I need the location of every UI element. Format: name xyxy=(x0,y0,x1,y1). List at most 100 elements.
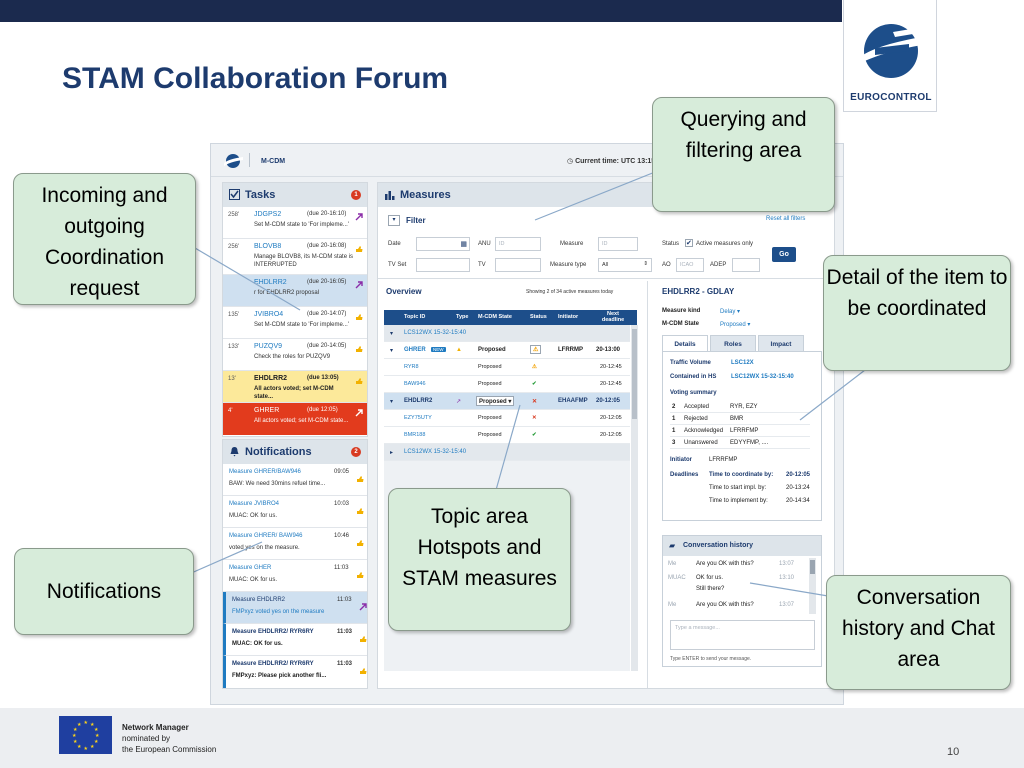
expand-chevron-right-icon[interactable]: ▸ xyxy=(390,449,393,456)
eu-flag-icon: ★ ★ ★ ★ ★ ★ ★ ★ ★ ★ ★ ★ xyxy=(59,716,112,754)
go-button[interactable]: Go xyxy=(772,247,796,262)
task-item-warning[interactable]: 13' EHDLRR2 (due 13:05) All actors voted… xyxy=(223,371,367,403)
adep-input[interactable] xyxy=(732,258,760,272)
tv-input[interactable] xyxy=(495,258,541,272)
tvset-input[interactable] xyxy=(416,258,470,272)
message-input[interactable]: Type a message... xyxy=(670,620,815,650)
deadline-start-value: 20-13:24 xyxy=(786,485,810,491)
task-item[interactable]: 135' JVIBRO4 (due 20-14:07) Set M-CDM st… xyxy=(223,307,367,339)
table-row-group[interactable]: ▸ LCS12WX 15-32-15:40 xyxy=(384,444,630,461)
traffic-volume-value[interactable]: LSC12X xyxy=(731,360,754,366)
callout-incoming: Incoming and outgoing Coordination reque… xyxy=(13,173,196,305)
task-item-overdue[interactable]: 4' GHRER (due 12:05) All actors voted; s… xyxy=(223,403,367,435)
table-row[interactable]: BAW946 Proposed ✔ 20-12:45 xyxy=(384,376,630,393)
notification-item[interactable]: Measure GHRER/ BAW946 10:46 voted yes on… xyxy=(223,528,367,560)
reset-filters-link[interactable]: Reset all filters xyxy=(766,216,805,222)
expand-chevron-down-icon[interactable]: ▾ xyxy=(390,398,393,405)
svg-text:★: ★ xyxy=(84,720,89,726)
notification-title: Measure GHER xyxy=(229,565,272,571)
vote-count: 1 xyxy=(672,428,676,434)
mcdm-state: Proposed xyxy=(478,432,502,438)
task-item-selected[interactable]: EHDLRR2 (due 20-16:05) r for EHDLRR2 pro… xyxy=(223,275,367,307)
notification-title: Measure EHDLRR2/ RYR6RY xyxy=(232,661,314,667)
thumbs-up-icon xyxy=(360,668,367,674)
scrollbar-thumb[interactable] xyxy=(632,329,637,419)
deadline-implement-label: Time to implement by: xyxy=(709,498,768,504)
contained-hs-value[interactable]: LSC12WX 15-32-15:40 xyxy=(731,374,794,380)
task-id: BLOVB8 xyxy=(254,243,282,250)
measure-input[interactable]: ID xyxy=(598,237,638,251)
ao-input[interactable]: ICAO xyxy=(676,258,704,272)
task-age: 256' xyxy=(228,244,240,250)
svg-text:★: ★ xyxy=(84,746,89,752)
task-desc: All actors voted; set M-CDM state... xyxy=(254,386,334,400)
table-row-group[interactable]: ▾ LCS12WX 15-32-15:40 xyxy=(384,325,630,342)
tvset-label: TV Set xyxy=(388,262,407,268)
notification-item[interactable]: Measure GHER 11:03 MUAC: OK for us. xyxy=(223,560,367,592)
message-text: Still there? xyxy=(696,586,725,592)
calendar-icon[interactable]: ▦ xyxy=(460,240,467,248)
table-row[interactable]: ▾ GHRER NEW ▲ Proposed ⚠ LFRRMP 20-13:00 xyxy=(384,342,630,359)
warning-icon: ⚠ xyxy=(532,364,537,370)
task-item[interactable]: 258' JDGPS2 (due 20-16:10) Set M-CDM sta… xyxy=(223,207,367,239)
active-only-checkbox[interactable]: ✔ xyxy=(685,239,693,247)
task-id: JDGPS2 xyxy=(254,211,282,218)
overview-title: Overview xyxy=(386,287,422,296)
expand-chevron-down-icon[interactable]: ▾ xyxy=(390,330,393,337)
table-row-selected[interactable]: ▾ EHDLRR2 ↗ Proposed ▾ ✕ EHAAFMP 20-12:0… xyxy=(384,393,630,410)
notification-item-unread[interactable]: Measure EHDLRR2/ RYR6RY 11:03 FMPxyz: Pl… xyxy=(223,656,367,688)
conversation-scrollbar[interactable] xyxy=(809,558,816,614)
filter-toggle-chevron-down-icon[interactable]: ▾ xyxy=(388,215,400,226)
task-age: 258' xyxy=(228,212,240,218)
anu-label: ANU xyxy=(478,241,491,247)
topic-id: GHRER xyxy=(404,347,426,353)
anu-input[interactable]: ID xyxy=(495,237,541,251)
deadline: 20-12:05 xyxy=(596,398,621,404)
outgoing-arrow-icon xyxy=(355,281,363,289)
task-item[interactable]: 133' PUZQV9 (due 20-14:05) Check the rol… xyxy=(223,339,367,371)
task-due: (due 20-14:05) xyxy=(307,343,347,349)
task-desc: Manage BLOVB8, its M-CDM state is INTERR… xyxy=(254,254,354,268)
task-desc: Set M-CDM state to 'For impleme...' xyxy=(254,322,349,328)
callout-querying: Querying and filtering area xyxy=(652,97,835,212)
col-topic-id: Topic ID xyxy=(404,314,426,320)
mcdm-state-select[interactable]: Proposed ▾ xyxy=(720,321,750,328)
detail-title: EHDLRR2 - GDLAY xyxy=(662,287,735,296)
svg-text:★: ★ xyxy=(77,722,82,728)
vote-row: 1 Rejected BMR xyxy=(670,413,810,425)
notification-item-unread[interactable]: Measure EHDLRR2/ RYR6RY 11:03 MUAC: OK f… xyxy=(223,624,367,656)
notification-time: 11:03 xyxy=(337,661,353,667)
task-due: (due 20-14:07) xyxy=(307,311,347,317)
notification-item-selected[interactable]: Measure EHDLRR2 11:03 FMPxyz voted yes o… xyxy=(223,592,367,624)
task-due: (due 12:05) xyxy=(307,407,338,413)
ao-label: AO xyxy=(662,262,671,268)
deadline: 20-12:05 xyxy=(600,432,622,438)
overview-scrollbar[interactable] xyxy=(631,325,638,671)
tab-details[interactable]: Details xyxy=(662,335,708,352)
table-row[interactable]: EZY75UTY Proposed ✕ 20-12:05 xyxy=(384,410,630,427)
tab-roles[interactable]: Roles xyxy=(710,335,756,352)
type-thumbs-icon: ▲ xyxy=(456,347,462,353)
date-input[interactable]: ▦ xyxy=(416,237,470,251)
table-row[interactable]: RYR8 Proposed ⚠ 20-12:45 xyxy=(384,359,630,376)
notification-item[interactable]: Measure GHRER/BAW946 09:05 BAW: We need … xyxy=(223,464,367,496)
vote-label: Accepted xyxy=(684,404,710,410)
notification-message: MUAC: OK for us. xyxy=(229,577,278,583)
conversation-title: Conversation history xyxy=(683,542,754,549)
filter-title: Filter xyxy=(406,216,426,225)
detail-area: EHDLRR2 - GDLAY Measure kind Delay ▾ M-C… xyxy=(654,281,832,531)
notification-message: BAW: We need 30mins refuel time... xyxy=(229,481,326,487)
select-arrows-icon: ⇕ xyxy=(643,261,648,267)
measure-kind-select[interactable]: Delay ▾ xyxy=(720,308,740,315)
tab-impact[interactable]: Impact xyxy=(758,335,804,352)
notification-item[interactable]: Measure JVIBRO4 10:03 MUAC: OK for us. xyxy=(223,496,367,528)
expand-chevron-down-icon[interactable]: ▾ xyxy=(390,347,393,354)
col-status: Status xyxy=(530,314,547,320)
thumbs-up-icon xyxy=(356,378,363,384)
scrollbar-thumb[interactable] xyxy=(810,560,815,574)
task-item[interactable]: 256' BLOVB8 (due 20-16:08) Manage BLOVB8… xyxy=(223,239,367,275)
measure-type-select[interactable]: All ⇕ xyxy=(598,258,652,272)
table-row[interactable]: BMR188 Proposed ✔ 20-12:05 xyxy=(384,427,630,444)
mcdm-state-select[interactable]: Proposed ▾ xyxy=(476,396,515,406)
warning-icon[interactable]: ⚠ xyxy=(530,345,542,354)
